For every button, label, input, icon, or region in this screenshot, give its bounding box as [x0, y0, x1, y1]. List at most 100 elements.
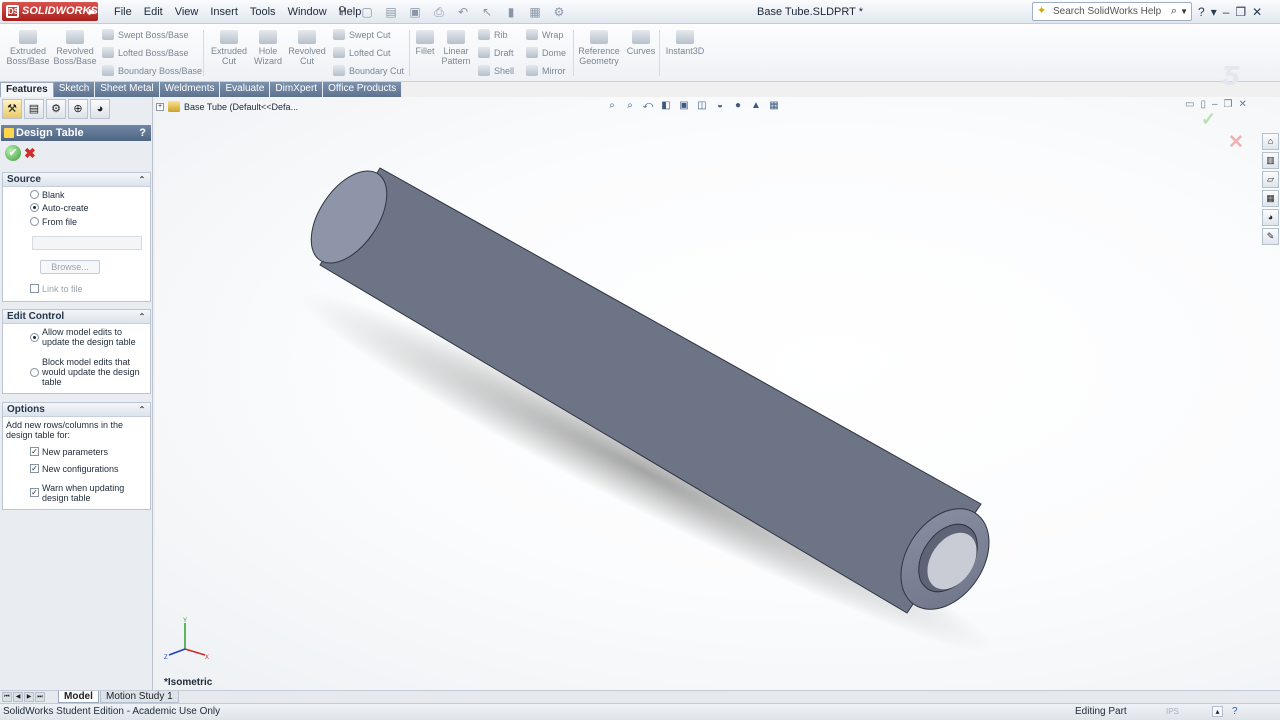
restore-button[interactable]: ❐: [1235, 0, 1246, 24]
tab-weldments[interactable]: Weldments: [159, 82, 221, 97]
shell-button[interactable]: Shell: [478, 65, 514, 77]
fillet-button[interactable]: Fillet: [413, 30, 437, 56]
zoom-to-fit-icon[interactable]: ⌕: [605, 99, 619, 113]
quick-tips-icon[interactable]: ?: [1232, 706, 1243, 717]
rebuild-icon[interactable]: ▮: [500, 3, 522, 21]
curves-button[interactable]: Curves: [625, 30, 657, 56]
feature-tree-root[interactable]: + Base Tube (Default<<Defa...: [156, 101, 298, 113]
search-icon[interactable]: ⌕: [1171, 3, 1177, 20]
rib-button[interactable]: Rib: [478, 29, 508, 41]
viewport-restore-icon[interactable]: ❐: [1224, 99, 1233, 111]
confirmation-cancel-icon[interactable]: ✕: [1228, 131, 1244, 154]
linear-pattern-button[interactable]: Linear Pattern: [439, 30, 473, 66]
print-icon[interactable]: ⎙: [428, 3, 450, 21]
open-icon[interactable]: ▤: [380, 3, 402, 21]
extruded-cut-button[interactable]: Extruded Cut: [208, 30, 250, 66]
collapse-icon[interactable]: ⌃: [137, 175, 147, 184]
collapse-icon[interactable]: ⌃: [137, 405, 147, 414]
dome-button[interactable]: Dome: [526, 47, 566, 59]
prev-tab-icon[interactable]: ◀: [13, 692, 23, 702]
radio-button[interactable]: [30, 217, 39, 226]
customize-icon[interactable]: ▴: [1212, 706, 1223, 717]
menu-insert[interactable]: Insert: [204, 0, 244, 24]
tab-features[interactable]: Features: [0, 82, 54, 97]
collapse-icon[interactable]: ⌃: [137, 312, 147, 321]
tab-office-products[interactable]: Office Products: [323, 82, 403, 97]
new-parameters-checkbox[interactable]: ✓ New parameters: [30, 447, 108, 457]
design-library-icon[interactable]: ▥: [1262, 152, 1279, 169]
feature-manager-tab-icon[interactable]: ⚒: [2, 99, 22, 119]
first-tab-icon[interactable]: ⏮: [2, 692, 12, 702]
checkbox[interactable]: [30, 284, 39, 293]
edit-appearance-icon[interactable]: ●: [731, 99, 745, 113]
menu-window[interactable]: Window: [282, 0, 333, 24]
from-file-radio[interactable]: From file: [30, 217, 77, 227]
radio-button[interactable]: [30, 190, 39, 199]
select-icon[interactable]: ↖: [476, 3, 498, 21]
checkbox-checked[interactable]: ✓: [30, 447, 39, 456]
source-group-header[interactable]: Source ⌃: [3, 173, 150, 187]
options-group-header[interactable]: Options ⌃: [3, 403, 150, 417]
graphics-area[interactable]: + Base Tube (Default<<Defa... ⌕ ⌕ ⤺ ◧ ▣ …: [155, 97, 1280, 690]
appearances-icon[interactable]: ◕: [1262, 209, 1279, 226]
section-view-icon[interactable]: ◧: [659, 99, 673, 113]
help-icon[interactable]: ?: [1198, 0, 1205, 24]
file-properties-icon[interactable]: ▦: [524, 3, 546, 21]
tab-motion-study[interactable]: Motion Study 1: [100, 691, 179, 703]
warn-when-updating-checkbox[interactable]: ✓ Warn when updating design table: [30, 483, 140, 503]
menu-file[interactable]: File: [108, 0, 138, 24]
hide-show-items-icon[interactable]: ◒: [713, 99, 727, 113]
tab-sketch[interactable]: Sketch: [53, 82, 96, 97]
checkbox-checked[interactable]: ✓: [30, 464, 39, 473]
unit-system[interactable]: IPS: [1166, 704, 1179, 720]
tab-dimxpert[interactable]: DimXpert: [270, 82, 324, 97]
tab-evaluate[interactable]: Evaluate: [220, 82, 271, 97]
auto-create-radio[interactable]: Auto-create: [30, 203, 89, 213]
radio-button-selected[interactable]: [30, 203, 39, 212]
revolved-cut-button[interactable]: Revolved Cut: [287, 30, 327, 66]
swept-cut-button[interactable]: Swept Cut: [333, 29, 391, 41]
ok-button[interactable]: ✔: [5, 145, 21, 161]
zoom-to-area-icon[interactable]: ⌕: [623, 99, 637, 113]
configuration-manager-tab-icon[interactable]: ⚙: [46, 99, 66, 119]
next-tab-icon[interactable]: ▶: [24, 692, 34, 702]
menu-edit[interactable]: Edit: [138, 0, 169, 24]
lofted-boss-button[interactable]: Lofted Boss/Base: [102, 47, 189, 59]
minimize-button[interactable]: –: [1223, 0, 1230, 24]
radio-button-selected[interactable]: [30, 333, 39, 342]
tab-model[interactable]: Model: [58, 691, 99, 703]
solidworks-logo[interactable]: DS SOLIDWORKS ▶: [2, 2, 98, 21]
radio-button[interactable]: [30, 368, 39, 377]
swept-boss-button[interactable]: Swept Boss/Base: [102, 29, 189, 41]
pin-icon[interactable]: ⚲: [338, 4, 352, 18]
help-icon[interactable]: ?: [139, 125, 146, 141]
view-palette-icon[interactable]: ▦: [1262, 190, 1279, 207]
tab-sheet-metal[interactable]: Sheet Metal: [95, 82, 160, 97]
instant3d-button[interactable]: Instant3D: [663, 30, 707, 56]
tube-model[interactable]: [155, 97, 1280, 690]
edit-control-group-header[interactable]: Edit Control ⌃: [3, 310, 150, 324]
new-configurations-checkbox[interactable]: ✓ New configurations: [30, 464, 119, 474]
display-manager-tab-icon[interactable]: ◕: [90, 99, 110, 119]
view-orientation-icon[interactable]: ▣: [677, 99, 691, 113]
checkbox-checked[interactable]: ✓: [30, 488, 39, 497]
chevron-down-icon[interactable]: ▼: [1180, 3, 1188, 20]
expand-icon[interactable]: +: [156, 103, 164, 111]
browse-button[interactable]: Browse...: [40, 260, 100, 274]
dimxpert-manager-tab-icon[interactable]: ⊕: [68, 99, 88, 119]
display-style-icon[interactable]: ◫: [695, 99, 709, 113]
cancel-button[interactable]: ✖: [24, 145, 38, 161]
close-button[interactable]: ✕: [1252, 0, 1262, 24]
file-path-field[interactable]: [32, 236, 142, 250]
options-icon[interactable]: ⚙: [548, 3, 570, 21]
resources-icon[interactable]: ⌂: [1262, 133, 1279, 150]
mirror-button[interactable]: Mirror: [526, 65, 566, 77]
previous-view-icon[interactable]: ⤺: [641, 99, 655, 113]
new-document-icon[interactable]: ▢: [356, 3, 378, 21]
boundary-cut-button[interactable]: Boundary Cut: [333, 65, 404, 77]
revolved-boss-button[interactable]: Revolved Boss/Base: [53, 30, 97, 66]
custom-properties-icon[interactable]: ✎: [1262, 228, 1279, 245]
menu-view[interactable]: View: [169, 0, 205, 24]
viewport-close-icon[interactable]: ✕: [1239, 99, 1247, 111]
help-dropdown-icon[interactable]: ▾: [1211, 0, 1217, 24]
